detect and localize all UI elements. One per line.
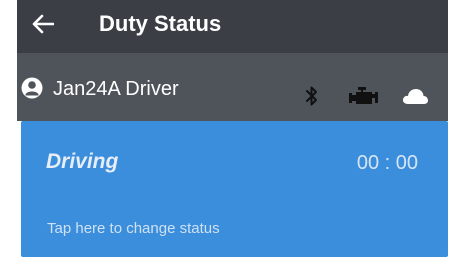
driver-bar: Jan24A Driver (17, 53, 448, 121)
status-name: Driving (46, 150, 119, 173)
arrow-left-icon (32, 14, 54, 34)
cloud-icon (401, 85, 429, 107)
page-title: Duty Status (99, 11, 222, 36)
bluetooth-icon (302, 85, 322, 107)
user-avatar-icon (21, 77, 43, 99)
engine-icon (348, 85, 380, 107)
duty-status-card[interactable]: Driving 00 : 00 Tap here to change statu… (21, 121, 448, 257)
back-button[interactable] (25, 6, 61, 42)
duty-status-screen: Duty Status Jan24A Driver Driving 00: 0… (17, 0, 448, 257)
status-timer: 00 : 00 (356, 152, 418, 174)
app-bar: Duty Status (17, 0, 448, 53)
change-status-hint: Tap here to change status (47, 220, 220, 237)
driver-name: Jan24A Driver (53, 78, 179, 100)
